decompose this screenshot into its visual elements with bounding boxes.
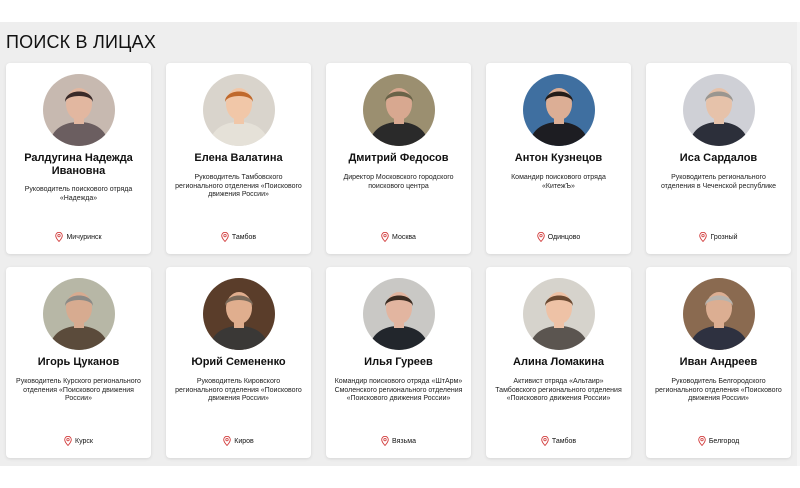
location-label: Курск [75,437,93,445]
person-name: Антон Кузнецов [514,152,603,164]
avatar [202,278,275,350]
avatar [682,278,755,350]
page: ПОИСК В ЛИЦАХ Ралдугина Надежда Ивановна… [0,22,800,466]
person-name: Дмитрий Федосов [348,152,449,164]
avatar [522,74,595,146]
avatar [42,74,115,146]
page-title: ПОИСК В ЛИЦАХ [6,32,157,52]
person-role: Руководитель Кировского регионального от… [175,378,302,402]
location-pin-icon [541,436,549,446]
person-card[interactable]: Игорь Цуканов Руководитель Курского регио… [6,267,151,458]
avatar [522,278,595,350]
person-location: Тамбов [486,436,631,446]
person-location: Белгород [646,436,791,446]
location-pin-icon [536,232,545,242]
person-card[interactable]: Иса Сардалов Руководитель регионального о… [646,63,791,254]
person-name: Ралдугина Надежда Ивановна [24,152,133,177]
location-label: Тамбов [551,437,577,445]
person-card[interactable]: Антон Кузнецов Командир поискового отряда… [486,63,631,254]
location-label: Мичуринск [66,233,102,241]
avatar [682,74,755,146]
person-card[interactable]: Иван Андреев Руководитель Белгородского р… [646,267,791,458]
person-role: Активист отряда «Альтаир» Тамбовского ре… [495,378,622,402]
avatar [202,74,275,146]
person-location: Одинцово [486,232,631,242]
location-label: Тамбов [231,233,257,241]
person-name: Иван Андреев [679,356,758,368]
person-name: Илья Гуреев [364,356,433,368]
person-card[interactable]: Илья Гуреев Командир поискового отряда «Ш… [326,267,471,458]
person-name: Юрий Семененко [191,356,286,368]
person-role: Руководитель регионального отделения в Ч… [660,174,777,190]
avatar [362,278,435,350]
person-role: Командир поискового отряда «КитежЪ» [511,174,606,190]
location-label: Грозный [710,233,738,241]
person-location: Грозный [646,232,791,242]
person-name: Иса Сардалов [679,152,758,164]
person-name: Игорь Цуканов [37,356,120,368]
location-label: Вязьма [392,437,416,445]
avatar [362,74,435,146]
people-grid: Ралдугина Надежда Ивановна Руководитель п… [6,63,791,458]
location-pin-icon [64,436,72,446]
location-pin-icon [221,232,229,242]
location-pin-icon [381,232,389,242]
person-card[interactable]: Юрий Семененко Руководитель Кировского ре… [166,267,311,458]
avatar [42,278,115,350]
person-name: Елена Валатина [194,152,283,164]
location-pin-icon [55,232,64,242]
person-location: Курск [6,436,151,446]
location-label: Киров [234,437,254,445]
person-card[interactable]: Алина Ломакина Активист отряда «Альтаир» … [486,267,631,458]
location-label: Одинцово [547,233,581,241]
person-role: Командир поискового отряда «ШтАрм» Смоле… [334,378,463,402]
person-location: Киров [166,436,311,446]
location-label: Белгород [708,437,740,445]
person-card[interactable]: Ралдугина Надежда Ивановна Руководитель п… [6,63,151,254]
location-pin-icon [381,436,389,446]
person-role: Руководитель Тамбовского регионального о… [175,174,302,198]
person-location: Москва [326,232,471,242]
person-location: Тамбов [166,232,311,242]
person-role: Директор Московского городского поисково… [343,174,454,190]
person-location: Мичуринск [6,232,151,242]
location-label: Москва [392,233,416,241]
location-pin-icon [699,232,708,242]
person-role: Руководитель Белгородского регионального… [655,378,782,402]
location-pin-icon [223,436,232,446]
person-name: Алина Ломакина [513,356,604,368]
person-card[interactable]: Елена Валатина Руководитель Тамбовского р… [166,63,311,254]
person-role: Руководитель поискового отряда «Надежда» [24,186,133,202]
person-role: Руководитель Курского регионального отде… [16,378,141,402]
location-pin-icon [698,436,706,446]
person-location: Вязьма [326,436,471,446]
person-card[interactable]: Дмитрий Федосов Директор Московского горо… [326,63,471,254]
